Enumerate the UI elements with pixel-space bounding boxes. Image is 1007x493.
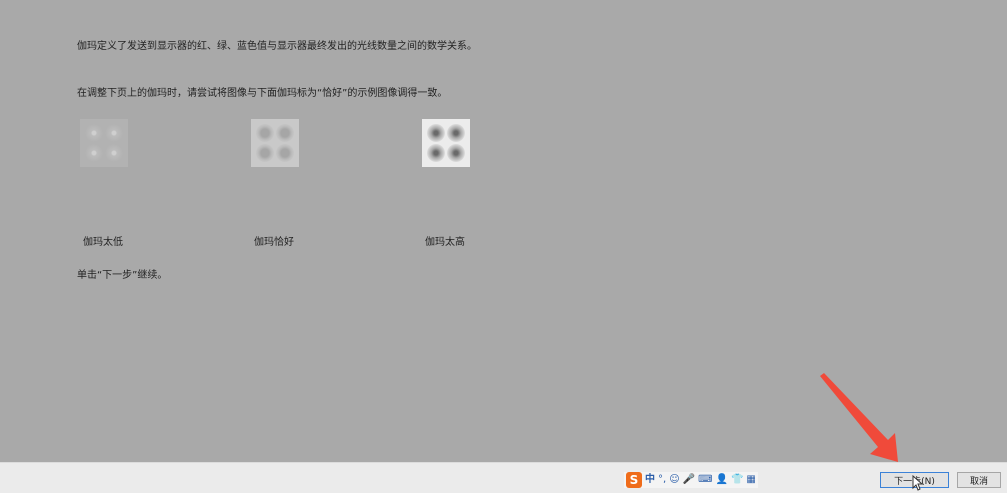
mouse-pointer-icon xyxy=(912,475,924,491)
red-arrow-annotation xyxy=(820,373,898,462)
